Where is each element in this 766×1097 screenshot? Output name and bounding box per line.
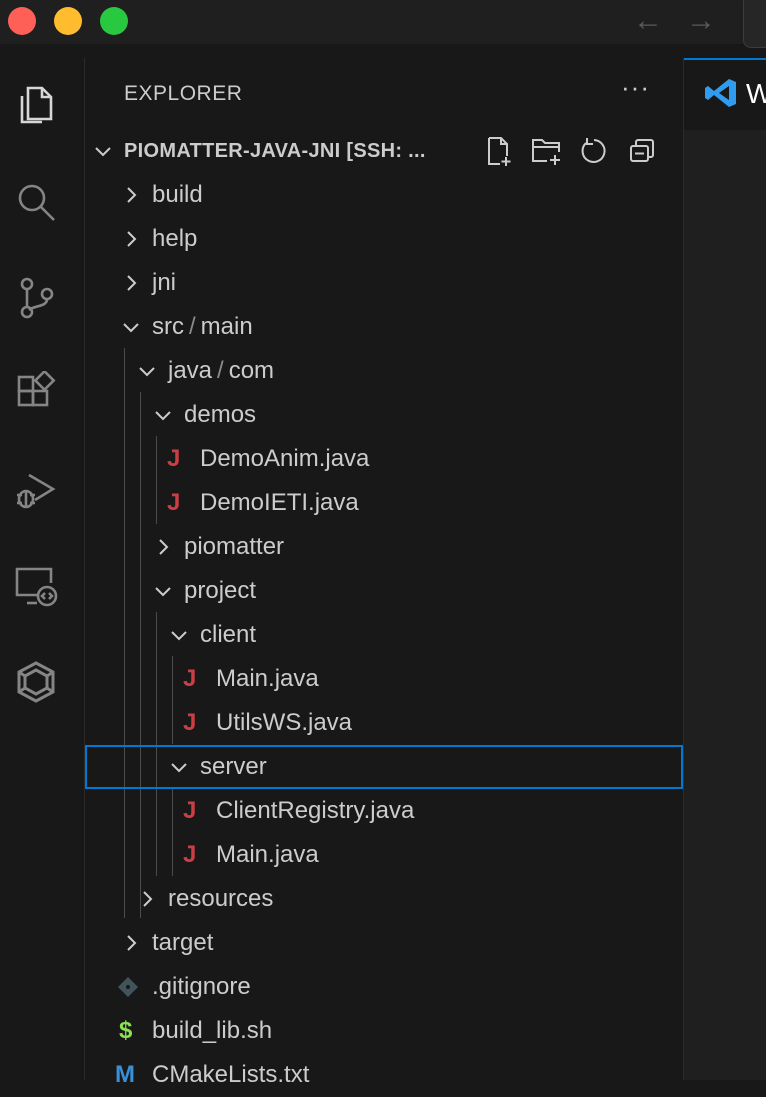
editor-tab[interactable]: W xyxy=(684,58,766,130)
chevron-right-icon xyxy=(121,185,141,205)
chevron-down-icon xyxy=(121,317,141,337)
tree-item-label: CMakeLists.txt xyxy=(152,1061,310,1088)
tree-item-target[interactable]: target xyxy=(85,921,683,965)
tree-item-server-main-java[interactable]: J Main.java xyxy=(85,833,683,877)
tree-item-label: project xyxy=(184,577,257,604)
run-debug-icon[interactable] xyxy=(10,464,62,516)
tree-item-demos[interactable]: demos xyxy=(85,393,683,437)
chevron-right-icon xyxy=(121,933,141,953)
chevron-right-icon xyxy=(153,537,173,557)
close-window-button[interactable] xyxy=(8,7,36,35)
tree-item-demoanim-java[interactable]: J DemoAnim.java xyxy=(85,437,683,481)
refresh-icon[interactable] xyxy=(576,133,612,169)
tree-item-client-main-java[interactable]: J Main.java xyxy=(85,657,683,701)
tree-item-label: ClientRegistry.java xyxy=(216,797,415,824)
tree-item-clientregistry-java[interactable]: J ClientRegistry.java xyxy=(85,789,683,833)
tree-item-build-lib-sh[interactable]: $ build_lib.sh xyxy=(85,1009,683,1053)
editor-area: W xyxy=(684,58,766,1080)
tree-item-label: build_lib.sh xyxy=(152,1017,273,1044)
tree-item-label: piomatter xyxy=(184,533,285,560)
source-control-icon[interactable] xyxy=(10,272,62,324)
command-center[interactable] xyxy=(743,0,766,48)
java-file-icon: J xyxy=(183,709,197,736)
project-name: PIOMATTER-JAVA-JNI [SSH: ... xyxy=(124,139,426,162)
chevron-down-icon xyxy=(137,361,157,381)
chevron-right-icon xyxy=(121,229,141,249)
tree-item-label: build xyxy=(152,181,203,208)
java-file-icon: J xyxy=(183,665,197,692)
tree-item-label: jni xyxy=(152,269,177,296)
files-icon[interactable] xyxy=(10,80,62,132)
java-file-icon: J xyxy=(183,797,197,824)
vscode-logo-icon xyxy=(705,79,736,107)
tree-item-label: DemoIETI.java xyxy=(200,489,359,516)
chevron-down-icon xyxy=(153,581,173,601)
tree-item-help[interactable]: help xyxy=(85,217,683,261)
tree-item-label: resources xyxy=(168,885,274,912)
tree-item-utilsws-java[interactable]: J UtilsWS.java xyxy=(85,701,683,745)
tree-item-java-com[interactable]: java / com xyxy=(85,349,683,393)
tree-item-build[interactable]: build xyxy=(85,173,683,217)
extension-hexagon-icon[interactable] xyxy=(10,656,62,708)
chevron-down-icon xyxy=(153,405,173,425)
tree-item-src-main[interactable]: src / main xyxy=(85,305,683,349)
tree-item-demoieti-java[interactable]: J DemoIETI.java xyxy=(85,481,683,525)
explorer-sidebar: EXPLORER ··· PIOMATTER-JAVA-JNI [SSH: ..… xyxy=(85,58,684,1088)
tree-item-gitignore[interactable]: .gitignore xyxy=(85,965,683,1009)
tree-item-label: Main.java xyxy=(216,841,319,868)
search-icon[interactable] xyxy=(10,176,62,228)
tree-item-jni[interactable]: jni xyxy=(85,261,683,305)
remote-explorer-icon[interactable] xyxy=(10,560,62,612)
tree-item-project[interactable]: project xyxy=(85,569,683,613)
tree-item-label: DemoAnim.java xyxy=(200,445,370,472)
chevron-right-icon xyxy=(137,889,157,909)
tree-item-label: client xyxy=(200,621,257,648)
tree-item-client[interactable]: client xyxy=(85,613,683,657)
java-file-icon: J xyxy=(183,841,197,868)
more-actions-icon[interactable]: ··· xyxy=(621,72,650,103)
new-file-icon[interactable] xyxy=(480,133,516,169)
git-icon xyxy=(116,975,140,999)
cmake-file-icon: M xyxy=(115,1061,135,1088)
tree-item-label: UtilsWS.java xyxy=(216,709,353,736)
chevron-down-icon xyxy=(93,141,113,161)
tree-item-server[interactable]: server xyxy=(85,745,683,789)
java-file-icon: J xyxy=(167,489,181,516)
explorer-title: EXPLORER xyxy=(124,82,243,105)
java-file-icon: J xyxy=(167,445,181,472)
chevron-right-icon xyxy=(121,273,141,293)
maximize-window-button[interactable] xyxy=(100,7,128,35)
tree-item-label: src / main xyxy=(152,313,253,340)
tree-item-label: help xyxy=(152,225,198,252)
collapse-all-icon[interactable] xyxy=(624,133,660,169)
activity-bar xyxy=(0,58,85,1080)
tree-item-label: server xyxy=(200,753,267,780)
tree-item-label: target xyxy=(152,929,214,956)
title-bar: ← → xyxy=(0,0,766,48)
chevron-down-icon xyxy=(169,625,189,645)
minimize-window-button[interactable] xyxy=(54,7,82,35)
chevron-down-icon xyxy=(169,757,189,777)
extensions-icon[interactable] xyxy=(10,368,62,420)
new-folder-icon[interactable] xyxy=(528,133,564,169)
tree-item-cmakelists[interactable]: M CMakeLists.txt xyxy=(85,1053,683,1097)
shell-file-icon: $ xyxy=(119,1017,133,1044)
project-folder-row[interactable]: PIOMATTER-JAVA-JNI [SSH: ... xyxy=(85,129,683,173)
tree-item-label: java / com xyxy=(168,357,275,384)
tree-item-label: .gitignore xyxy=(152,973,251,1000)
editor-tab-label: W xyxy=(746,78,766,109)
back-arrow-icon[interactable]: ← xyxy=(633,4,663,38)
tree-item-piomatter[interactable]: piomatter xyxy=(85,525,683,569)
tree-item-resources[interactable]: resources xyxy=(85,877,683,921)
tree-item-label: Main.java xyxy=(216,665,319,692)
forward-arrow-icon[interactable]: → xyxy=(686,4,716,38)
tree-item-label: demos xyxy=(184,401,257,428)
project-actions xyxy=(480,129,660,173)
